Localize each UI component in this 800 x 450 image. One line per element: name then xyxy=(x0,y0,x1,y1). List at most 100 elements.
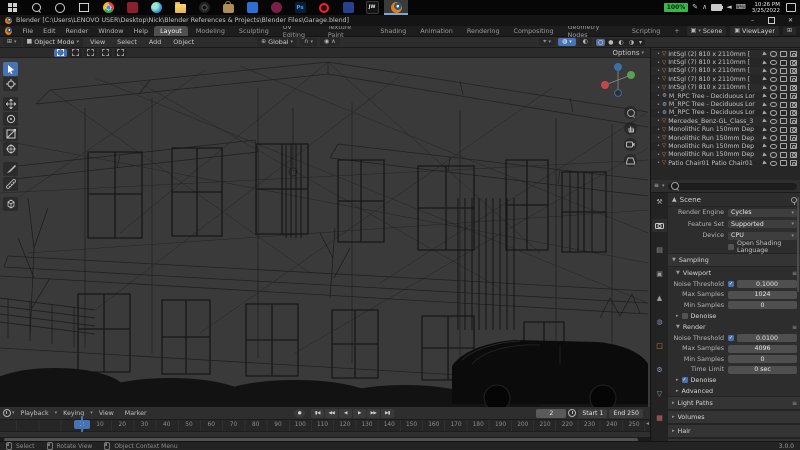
selectable-toggle-icon[interactable] xyxy=(762,127,767,132)
render-disable-toggle-icon[interactable] xyxy=(790,85,798,91)
scale-tool[interactable] xyxy=(3,127,18,141)
feature-set-dropdown[interactable]: Supported▾ xyxy=(728,220,797,228)
viewport-disable-toggle-icon[interactable] xyxy=(780,135,787,141)
hair-panel-header[interactable]: ▸Hair xyxy=(668,424,800,438)
editor-type-selector[interactable]: ⊞▾ xyxy=(3,38,21,46)
viewport-disable-toggle-icon[interactable] xyxy=(780,102,787,108)
expand-dot-icon[interactable]: • xyxy=(657,143,660,149)
workspace-tab-shading[interactable]: Shading xyxy=(374,26,412,36)
3d-viewport[interactable]: Options▾ xyxy=(0,48,650,407)
osl-checkbox[interactable] xyxy=(728,244,734,250)
timeline-ruler[interactable]: 1020304050607080901001101201301401501601… xyxy=(0,420,650,432)
expand-dot-icon[interactable]: • xyxy=(657,152,660,158)
render-disable-toggle-icon[interactable] xyxy=(790,127,798,133)
timeline-menu-view[interactable]: View xyxy=(94,410,119,417)
selectable-toggle-icon[interactable] xyxy=(762,161,767,166)
select-mode-intersect-button[interactable] xyxy=(114,49,127,57)
selectable-toggle-icon[interactable] xyxy=(762,144,767,149)
properties-scrollbar[interactable] xyxy=(797,197,800,292)
sampling-panel-header[interactable]: ▼Sampling xyxy=(668,253,800,267)
outliner-row[interactable]: •▽IntSgl (7) 810 x 2110mm [ xyxy=(651,67,800,75)
expand-dot-icon[interactable]: • xyxy=(657,76,660,82)
add-cube-tool[interactable] xyxy=(3,197,18,211)
maximize-button[interactable] xyxy=(762,15,781,26)
outliner-row[interactable]: •▽Monolithic Run 150mm Dep xyxy=(651,126,800,134)
expand-dot-icon[interactable]: • xyxy=(657,118,660,124)
viewport-noise-field[interactable]: 0.1000 xyxy=(737,280,797,288)
render-disable-toggle-icon[interactable] xyxy=(790,93,798,99)
render-disable-toggle-icon[interactable] xyxy=(790,60,798,66)
taskbar-app-media-player[interactable] xyxy=(192,0,216,15)
hide-eye-toggle-icon[interactable] xyxy=(770,102,777,108)
select-mode-extend-button[interactable] xyxy=(69,49,82,57)
expand-dot-icon[interactable]: • xyxy=(657,102,660,108)
outliner-row[interactable]: •▽IntSgl (7) 810 x 2110mm [ xyxy=(651,58,800,66)
hide-eye-toggle-icon[interactable] xyxy=(770,135,777,141)
volume-icon[interactable]: ◄ xyxy=(726,4,731,11)
expand-dot-icon[interactable]: • xyxy=(657,51,660,57)
render-disable-toggle-icon[interactable] xyxy=(790,160,798,166)
workspace-tab-compositing[interactable]: Compositing xyxy=(508,26,560,36)
hide-eye-toggle-icon[interactable] xyxy=(770,85,777,91)
hide-eye-toggle-icon[interactable] xyxy=(770,77,777,83)
hide-eye-toggle-icon[interactable] xyxy=(770,144,777,150)
auto-keying-record-button[interactable]: ● xyxy=(294,409,305,418)
tab-render-properties[interactable] xyxy=(652,219,667,232)
viewport-disable-toggle-icon[interactable] xyxy=(780,143,787,149)
viewport-disable-toggle-icon[interactable] xyxy=(780,76,787,82)
taskbar-app-browser[interactable] xyxy=(96,0,120,15)
move-tool[interactable] xyxy=(3,97,18,111)
keyboard-icon[interactable]: ⌨ xyxy=(736,4,746,11)
expand-dot-icon[interactable]: • xyxy=(657,85,660,91)
mode-selector[interactable]: ■Object Mode▾ xyxy=(23,37,83,47)
viewport-disable-toggle-icon[interactable] xyxy=(780,93,787,99)
taskbar-app-blue[interactable] xyxy=(240,0,264,15)
workspace-tab-layout[interactable]: Layout xyxy=(154,26,188,36)
outliner-row[interactable]: •▽Mercedes_Benz-GL_Class_3 xyxy=(651,117,800,125)
properties-search-input[interactable] xyxy=(668,183,797,190)
workspace-tab-scripting[interactable]: Scripting xyxy=(626,26,666,36)
viewport-max-samples-field[interactable]: 1024 xyxy=(728,291,797,299)
hide-eye-toggle-icon[interactable] xyxy=(770,161,777,167)
annotate-tool[interactable] xyxy=(3,162,18,176)
properties-editor-icon[interactable]: ≡ xyxy=(654,183,659,189)
minimize-button[interactable]: – xyxy=(743,15,762,26)
tray-chevron-up-icon[interactable]: ∧ xyxy=(702,4,707,11)
expand-dot-icon[interactable]: • xyxy=(657,110,660,116)
tab-modifier-properties[interactable]: ⚙ xyxy=(652,363,667,376)
viewport-options-dropdown[interactable]: Options▾ xyxy=(612,49,644,57)
outliner-row[interactable]: •▽IntSgl (7) 810 x 2110mm [ xyxy=(651,84,800,92)
viewport-denoise-checkbox[interactable] xyxy=(682,313,688,319)
render-disable-toggle-icon[interactable] xyxy=(790,110,798,116)
zoom-view-button[interactable] xyxy=(624,106,637,119)
menu-edit[interactable]: Edit xyxy=(38,27,60,35)
viewport-disable-toggle-icon[interactable] xyxy=(780,152,787,158)
hide-eye-toggle-icon[interactable] xyxy=(770,60,777,66)
selectable-toggle-icon[interactable] xyxy=(762,85,767,90)
viewport-menu-object[interactable]: Object xyxy=(168,38,199,46)
menu-window[interactable]: Window xyxy=(93,27,128,35)
advanced-header[interactable]: ▸Advanced xyxy=(668,386,800,397)
scene-selector[interactable]: ▣▾Scene xyxy=(687,26,727,36)
viewport-subpanel-header[interactable]: ▼Viewport≡ xyxy=(668,267,800,279)
tab-world-properties[interactable]: ◍ xyxy=(652,315,667,328)
start-button[interactable] xyxy=(0,0,24,15)
expand-dot-icon[interactable]: • xyxy=(657,160,660,166)
presets-icon[interactable]: ≡ xyxy=(792,400,797,407)
expand-dot-icon[interactable]: • xyxy=(657,93,660,99)
selectable-toggle-icon[interactable] xyxy=(762,119,767,124)
render-disable-toggle-icon[interactable] xyxy=(790,76,798,82)
viewport-min-samples-field[interactable]: 0 xyxy=(728,301,797,309)
selectable-toggle-icon[interactable] xyxy=(762,60,767,65)
render-disable-toggle-icon[interactable] xyxy=(790,152,798,158)
gizmos-toggle[interactable]: ⌖▾ xyxy=(539,38,555,46)
hide-eye-toggle-icon[interactable] xyxy=(770,152,777,158)
expand-dot-icon[interactable]: • xyxy=(657,135,660,141)
taskbar-app-blender-active[interactable] xyxy=(384,0,408,15)
presets-icon[interactable]: ≡ xyxy=(792,324,797,331)
cursor-tool[interactable] xyxy=(3,77,18,91)
preview-range-clock-icon[interactable] xyxy=(568,409,576,417)
timeline-editor-icon[interactable] xyxy=(3,409,11,417)
viewport-denoise-header[interactable]: ▸Denoise xyxy=(668,311,800,322)
current-frame-field[interactable]: 2 xyxy=(536,409,566,418)
